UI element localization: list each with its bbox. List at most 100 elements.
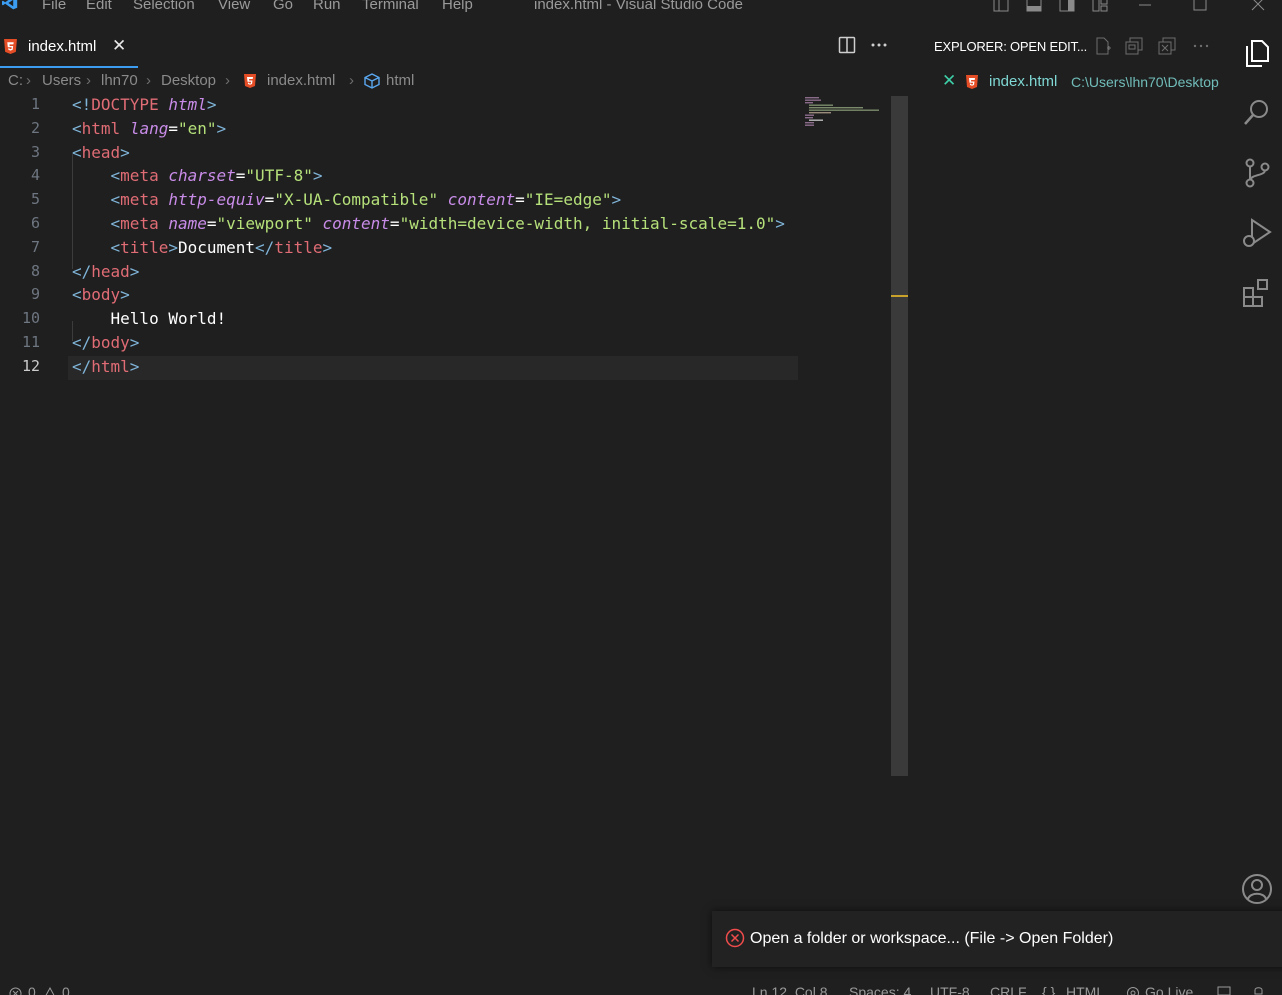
breadcrumb-user-folder[interactable]: lhn70 [101,72,138,89]
menu-file[interactable]: File [42,0,66,13]
open-editor-item[interactable]: ✕ index.html C:\Users\lhn70\Desktop [910,70,1230,94]
code-line[interactable]: <meta http-equiv="X-UA-Compatible" conte… [72,190,622,210]
code-token: < [72,285,82,305]
line-number: 10 [21,309,40,328]
close-editor-icon[interactable]: ✕ [942,71,956,91]
menu-edit[interactable]: Edit [86,0,112,13]
cursor-position-marker [891,295,908,297]
feedback-icon[interactable] [1217,986,1231,995]
toggle-panel-icon[interactable] [1026,0,1042,12]
cursor-position[interactable]: Ln 12, Col 8 [752,984,828,995]
code-token: > [312,166,323,186]
accounts-icon[interactable] [1240,872,1274,906]
code-editor[interactable]: 1 2 3 4 5 6 7 8 9 10 11 12 <!DOCTYPE html> <html lan… [0,94,800,794]
menu-run[interactable]: Run [313,0,341,13]
code-token: "en" [177,118,217,138]
tab-index-html[interactable]: index.html ✕ [0,30,138,68]
close-all-editors-icon[interactable] [1158,37,1176,55]
menu-terminal[interactable]: Terminal [362,0,419,13]
end-of-line[interactable]: CRLF [990,984,1027,995]
menu-selection[interactable]: Selection [133,0,195,13]
title-bar: File Edit Selection View Go Run Terminal… [0,0,1282,14]
go-live-button[interactable]: Go Live [1145,984,1193,995]
code-token: < [110,237,121,257]
code-token: body [91,333,130,352]
code-line[interactable]: Hello World! [72,309,227,328]
line-number: 1 [30,95,40,113]
code-line[interactable]: <meta charset="UTF-8"> [72,166,323,185]
minimize-icon[interactable] [1137,0,1153,12]
code-line[interactable]: </body> [72,333,139,352]
menu-help[interactable]: Help [442,0,473,13]
error-count-icon[interactable] [9,987,22,995]
search-icon[interactable] [1240,96,1274,130]
activity-bar [1232,30,1282,980]
breadcrumb-users[interactable]: Users [42,72,81,89]
indentation[interactable]: Spaces: 4 [849,984,911,995]
encoding[interactable]: UTF-8 [930,984,970,995]
toggle-secondary-sidebar-icon[interactable] [1059,0,1075,12]
breadcrumb-drive[interactable]: C: [8,72,23,89]
save-all-icon[interactable] [1125,37,1143,55]
explorer-title: EXPLORER: OPEN EDIT... [934,39,1088,54]
breadcrumb-desktop[interactable]: Desktop [161,72,216,89]
menu-view[interactable]: View [218,0,250,13]
line-number: 11 [21,333,40,351]
breadcrumb-symbol-html[interactable]: html [386,72,414,89]
line-number: 3 [30,142,40,161]
customize-layout-icon[interactable] [1092,0,1108,12]
extensions-icon[interactable] [1240,276,1274,310]
line-number: 7 [30,237,40,256]
warning-count[interactable]: 0 [62,984,70,995]
notifications-bell-icon[interactable] [1252,985,1265,995]
warning-count-icon[interactable] [43,987,57,995]
status-bar: 0 0 Ln 12, Col 8 Spaces: 4 UTF-8 CRLF { … [0,983,1282,995]
code-line[interactable]: </html> [72,357,139,376]
toggle-primary-sidebar-icon[interactable] [993,0,1009,12]
notification-toast[interactable]: Open a folder or workspace... (File -> O… [712,911,1282,967]
error-count[interactable]: 0 [28,984,36,995]
new-untitled-file-icon[interactable] [1094,37,1112,55]
breadcrumb-separator-icon: › [26,72,31,89]
maximize-icon[interactable] [1192,0,1208,12]
code-token: head [91,261,130,281]
code-line[interactable]: <html lang="en"> [72,119,226,138]
close-window-icon[interactable] [1250,0,1266,12]
code-token: lang [129,118,169,138]
code-token: < [72,118,82,138]
code-token: content [322,214,390,233]
breadcrumb-file[interactable]: index.html [267,72,335,89]
run-and-debug-icon[interactable] [1240,216,1274,250]
menu-go[interactable]: Go [273,0,293,13]
code-token: "UTF-8" [245,166,313,186]
code-token: charset [168,166,236,186]
code-line[interactable]: <!DOCTYPE html> [72,95,217,114]
code-line[interactable]: <body> [72,285,130,304]
explorer-icon[interactable] [1240,36,1274,70]
code-token: DOCTYPE [91,95,169,114]
open-editor-filename: index.html [989,73,1058,90]
tab-close-icon[interactable]: ✕ [112,36,126,56]
code-token: = [389,214,400,233]
code-token: http-equiv [168,190,265,210]
source-control-icon[interactable] [1240,156,1274,190]
code-line[interactable]: </head> [72,262,139,281]
editor-scrollbar[interactable] [891,96,908,776]
code-line[interactable]: <head> [72,143,130,162]
html5-file-icon [4,39,17,54]
more-actions-icon[interactable] [870,36,888,54]
more-actions-icon[interactable] [1192,37,1210,55]
code-line[interactable]: <meta name="viewport" content="width=dev… [72,214,785,233]
error-icon [725,928,745,948]
code-token: html [168,95,207,114]
breadcrumb-separator-icon: › [349,72,354,89]
minimap[interactable] [805,96,885,136]
language-mode[interactable]: HTML [1066,984,1104,995]
code-line[interactable]: <title>Document</title> [72,237,333,257]
window-title: index.html - Visual Studio Code [534,0,744,13]
tab-label: index.html [28,38,97,55]
code-token: > [129,333,140,352]
split-editor-icon[interactable] [838,36,856,54]
